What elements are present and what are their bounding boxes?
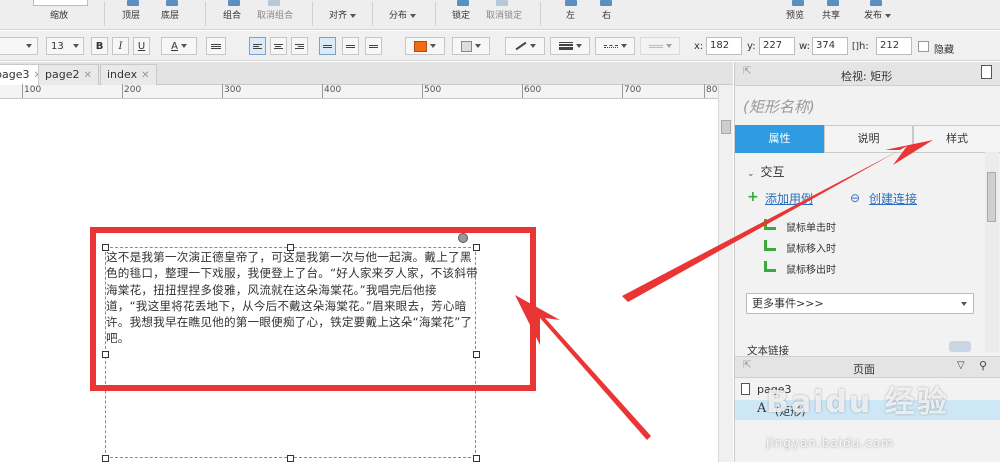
arrow-shape [515, 295, 651, 440]
watermark-url: jingyan.baidu.com [766, 436, 894, 450]
arrow-shape [622, 140, 933, 302]
watermark-logo: Baidu 经验 [766, 385, 949, 420]
